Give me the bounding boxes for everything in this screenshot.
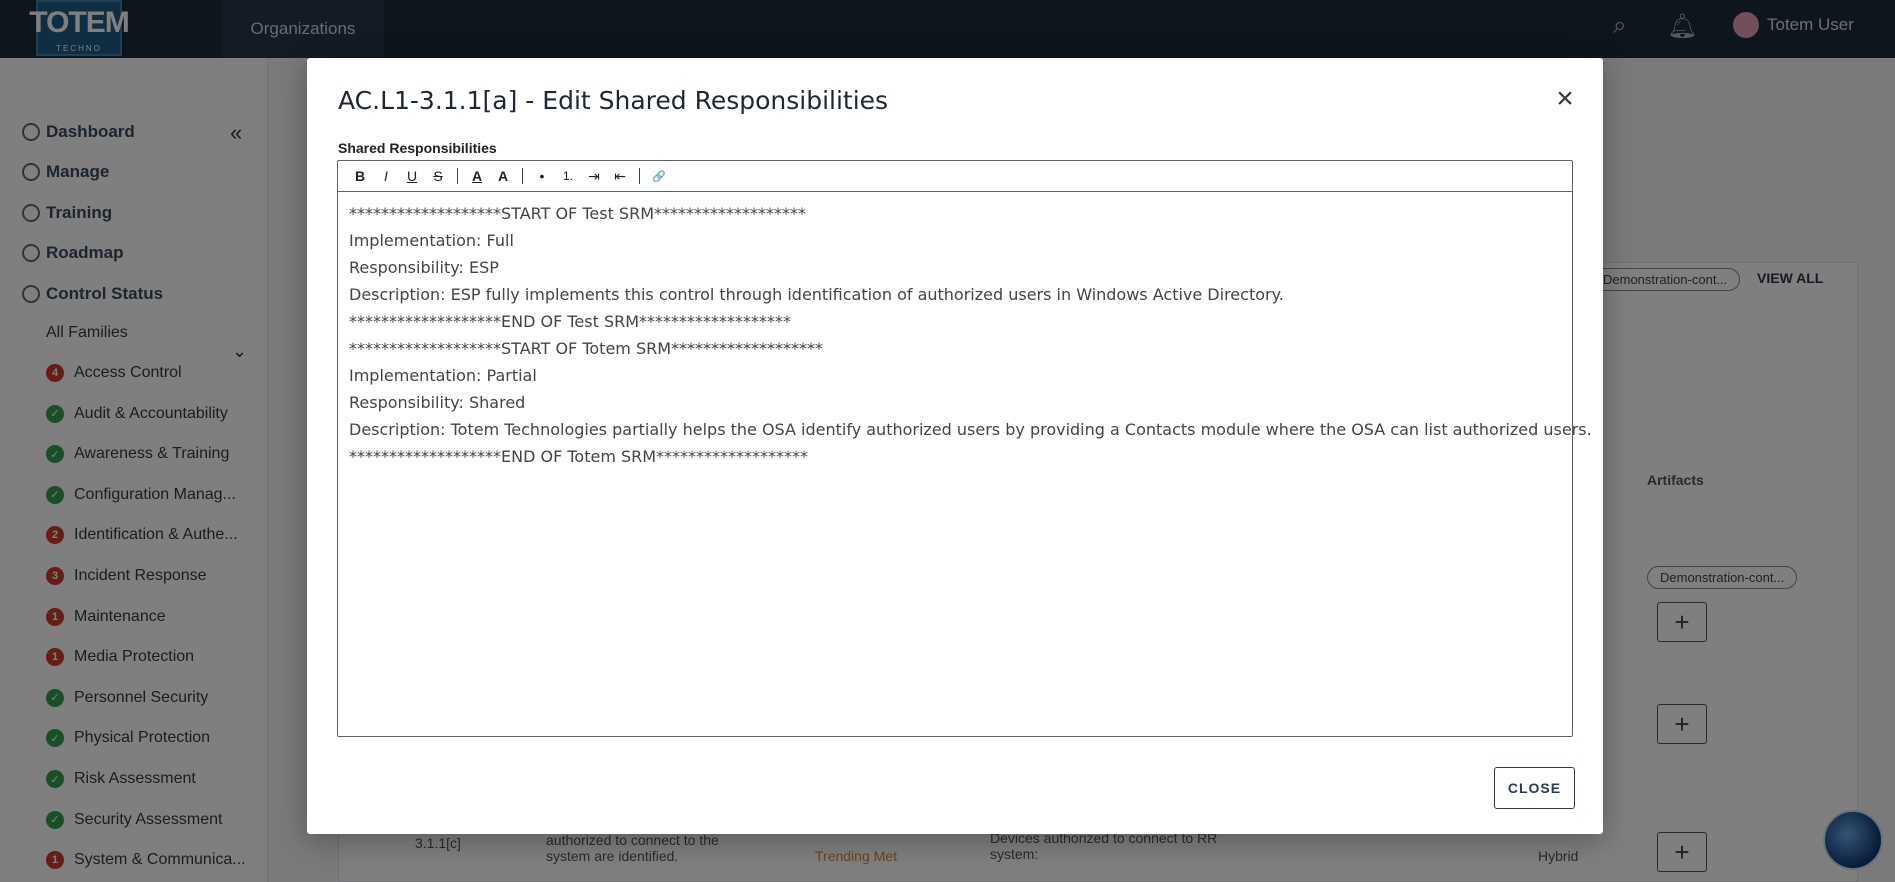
edit-shared-responsibilities-dialog: AC.L1-3.1.1[a] - Edit Shared Responsibil… xyxy=(307,58,1603,834)
editor-line: Responsibility: Shared xyxy=(349,393,526,412)
toolbar-divider xyxy=(522,168,523,184)
bold-button[interactable]: B xyxy=(348,164,372,188)
bullet-list-button[interactable]: • xyxy=(530,164,554,188)
editor-line: Implementation: Partial xyxy=(349,366,537,385)
field-label: Shared Responsibilities xyxy=(338,140,497,156)
strikethrough-button[interactable]: S xyxy=(426,164,450,188)
numbered-list-button[interactable]: 1. xyxy=(556,164,580,188)
close-button[interactable]: CLOSE xyxy=(1494,767,1575,809)
toolbar-divider xyxy=(457,168,458,184)
indent-button[interactable]: ⇥ xyxy=(582,164,606,188)
rich-text-editor[interactable]: B I U S A A • 1. ⇥ ⇤ 🔗 *****************… xyxy=(337,160,1592,737)
editor-line: *******************START OF Totem SRM***… xyxy=(349,339,824,358)
editor-toolbar: B I U S A A • 1. ⇥ ⇤ 🔗 xyxy=(338,161,1572,192)
editor-line: Implementation: Full xyxy=(349,231,514,250)
editor-line: *******************END OF Totem SRM*****… xyxy=(349,447,809,466)
editor-line: Description: Totem Technologies partiall… xyxy=(349,420,1592,439)
editor-line: *******************END OF Test SRM******… xyxy=(349,312,792,331)
underline-button[interactable]: U xyxy=(400,164,424,188)
italic-button[interactable]: I xyxy=(374,164,398,188)
toolbar-divider xyxy=(639,168,640,184)
highlight-button[interactable]: A xyxy=(491,164,515,188)
editor-line: *******************START OF Test SRM****… xyxy=(349,204,806,223)
editor-line: Description: ESP fully implements this c… xyxy=(349,285,1284,304)
outdent-button[interactable]: ⇤ xyxy=(608,164,632,188)
dialog-title: AC.L1-3.1.1[a] - Edit Shared Responsibil… xyxy=(338,86,889,115)
editor-line: Responsibility: ESP xyxy=(349,258,499,277)
editor-content[interactable]: *******************START OF Test SRM****… xyxy=(338,192,1592,478)
font-color-button[interactable]: A xyxy=(465,164,489,188)
link-icon[interactable]: 🔗 xyxy=(647,164,671,188)
close-icon[interactable]: × xyxy=(1551,84,1579,114)
